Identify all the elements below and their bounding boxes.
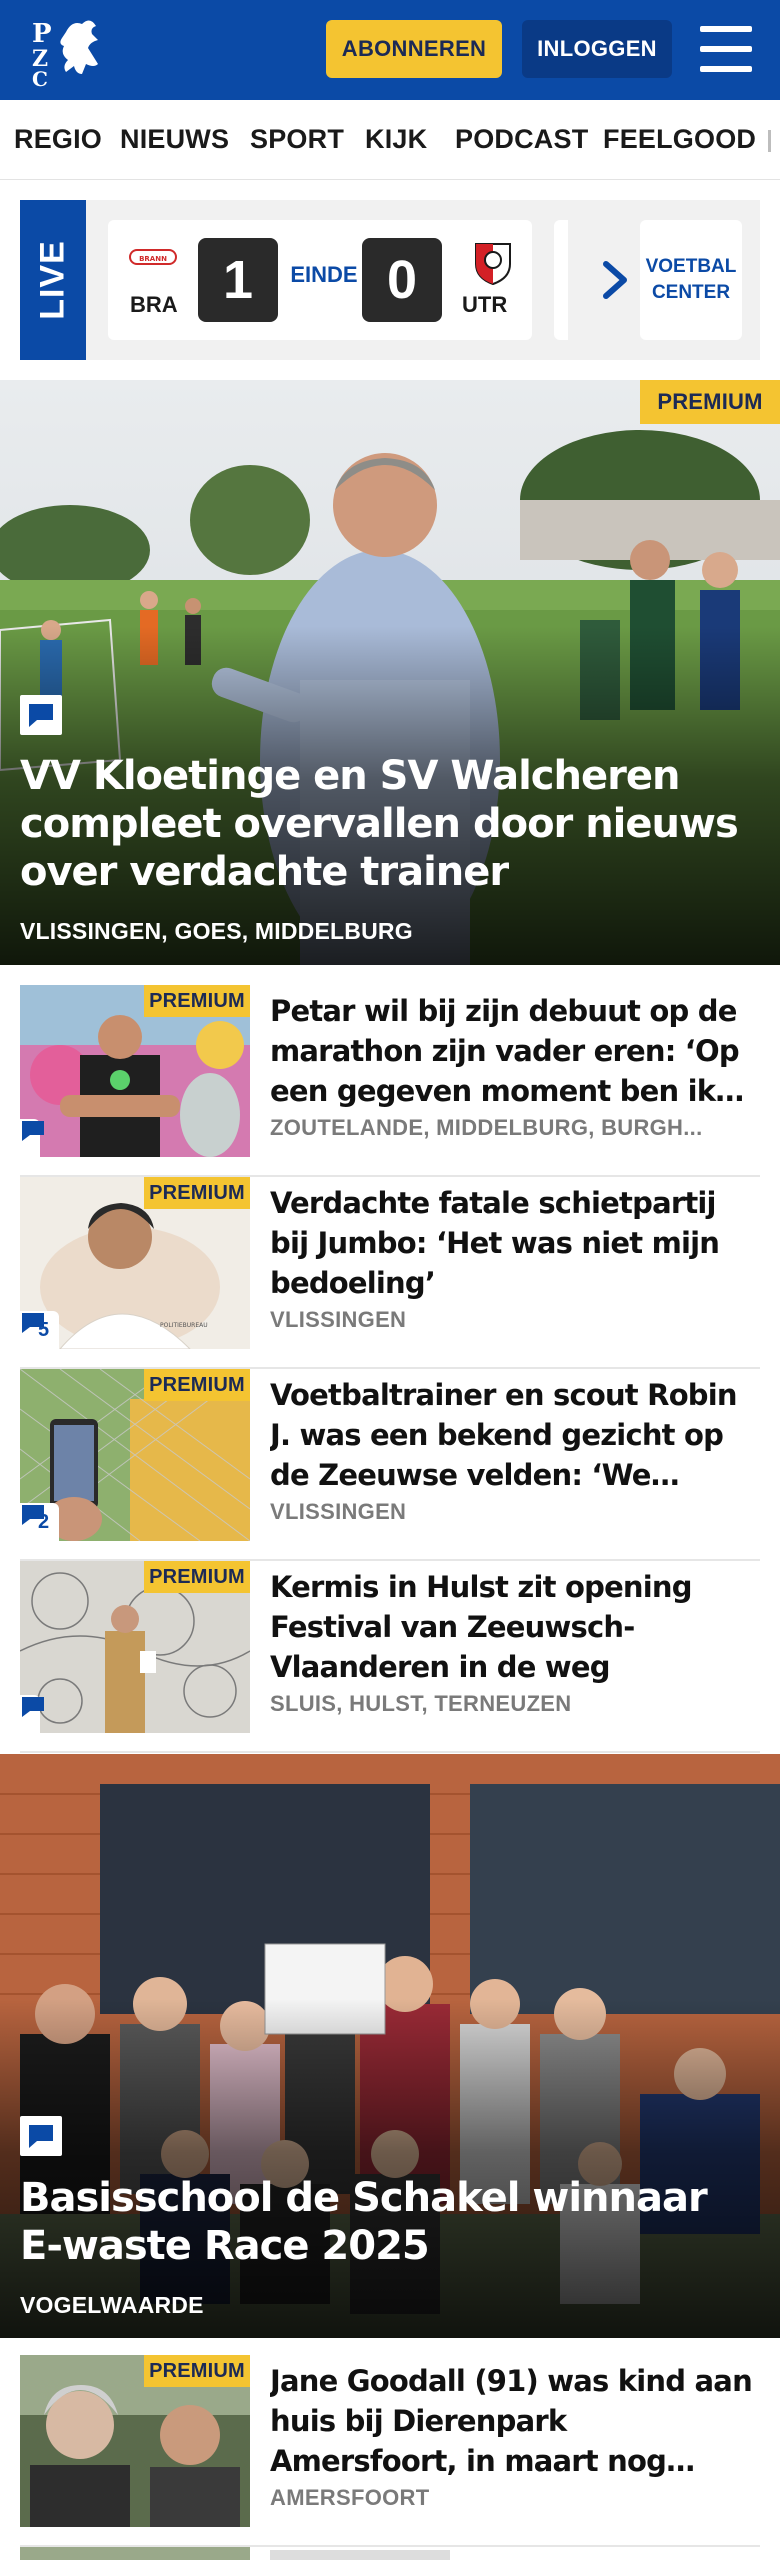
- article-thumbnail[interactable]: POLITIEBUREAU PREMIUM 5: [20, 1177, 250, 1349]
- svg-text:P: P: [32, 19, 52, 49]
- article-title[interactable]: Jane Goodall (91) was kind aan huis bij …: [270, 2361, 760, 2481]
- match-card[interactable]: BRANN BRA 1 EINDE 0 UTR: [108, 220, 532, 340]
- pzc-logo[interactable]: P Z C: [28, 12, 112, 91]
- hero-title[interactable]: Basisschool de Schakel winnaar E-waste R…: [20, 2174, 760, 2270]
- nav-item-regio[interactable]: REGIO: [14, 124, 102, 155]
- home-team-name: BRA: [130, 292, 178, 317]
- comment-icon: [22, 1121, 44, 1141]
- premium-badge: PREMIUM: [144, 2355, 250, 2387]
- hero-article[interactable]: Basisschool de Schakel winnaar E-waste R…: [0, 1754, 780, 2338]
- hamburger-menu-icon[interactable]: [700, 26, 752, 72]
- comment-count: [20, 1119, 44, 1157]
- premium-badge: PREMIUM: [640, 380, 780, 424]
- article-title[interactable]: Voetbaltrainer en scout Robin J. was een…: [270, 1375, 760, 1495]
- away-team-name: UTR: [462, 292, 508, 317]
- article-location: AMERSFOORT: [270, 2485, 430, 2510]
- svg-text:BRANN: BRANN: [139, 255, 167, 263]
- hero-location: VOGELWAARDE: [20, 2292, 204, 2318]
- comment-icon: [20, 2116, 62, 2156]
- article-location: VLISSINGEN: [270, 1307, 407, 1332]
- nav-item-feelgood[interactable]: FEELGOOD: [603, 124, 756, 155]
- brann-logo-icon: BRANN: [128, 242, 178, 272]
- article-item[interactable]: PREMIUM Jane Goodall (91) was kind aan h…: [20, 2355, 760, 2547]
- premium-badge: PREMIUM: [144, 1561, 250, 1593]
- comment-count: 2: [20, 1503, 60, 1541]
- article-thumbnail[interactable]: PREMIUM: [20, 2355, 250, 2527]
- away-score: 0: [362, 238, 442, 322]
- live-scores-bar: LIVE BRANN BRA 1 EINDE 0 UTR VOETBAL CEN…: [20, 200, 760, 360]
- comment-count: 5: [20, 1311, 60, 1349]
- article-item[interactable]: POLITIEBUREAU PREMIUM 5 Verdachte fatale…: [20, 1177, 760, 1369]
- article-title[interactable]: Petar wil bij zijn debuut op de marathon…: [270, 991, 760, 1111]
- svg-text:POLITIEBUREAU: POLITIEBUREAU: [160, 1322, 208, 1329]
- article-thumbnail[interactable]: PREMIUM: [20, 1561, 250, 1733]
- article-item[interactable]: PREMIUM Kermis in Hulst zit opening Fest…: [20, 1561, 760, 1753]
- article-location: SLUIS, HULST, TERNEUZEN: [270, 1691, 572, 1716]
- premium-badge: PREMIUM: [144, 985, 250, 1017]
- article-location: ZOUTELANDE, MIDDELBURG, BURGH...: [270, 1115, 703, 1140]
- premium-badge: PREMIUM: [144, 1369, 250, 1401]
- article-location: VLISSINGEN: [270, 1499, 407, 1524]
- next-article-title-peek: [270, 2550, 450, 2560]
- section-nav: REGIO NIEUWS SPORT KIJK PODCAST FEELGOOD: [0, 100, 780, 180]
- subscribe-button[interactable]: ABONNEREN: [326, 20, 502, 78]
- svg-text:C: C: [32, 67, 48, 88]
- top-header: P Z C ABONNEREN INLOGGEN: [0, 0, 780, 100]
- article-item[interactable]: PREMIUM Petar wil bij zijn debuut op de …: [20, 985, 760, 1177]
- nav-overflow-indicator: [768, 130, 771, 152]
- hero-article[interactable]: PREMIUM VV Kloetinge en SV Walcheren com…: [0, 380, 780, 965]
- hero-title[interactable]: VV Kloetinge en SV Walcheren compleet ov…: [20, 752, 760, 896]
- hero-location: VLISSINGEN, GOES, MIDDELBURG: [20, 918, 413, 944]
- hero-gradient: [0, 1999, 780, 2338]
- login-button[interactable]: INLOGGEN: [522, 20, 672, 78]
- nav-item-sport[interactable]: SPORT: [250, 124, 344, 155]
- comment-icon: [22, 1697, 44, 1717]
- article-item[interactable]: PREMIUM 2 Voetbaltrainer en scout Robin …: [20, 1369, 760, 1561]
- premium-badge: PREMIUM: [144, 1177, 250, 1209]
- nav-item-nieuws[interactable]: NIEUWS: [120, 124, 229, 155]
- comment-icon: [22, 1505, 44, 1525]
- voetbalcenter-link[interactable]: VOETBAL CENTER: [640, 220, 742, 340]
- article-title[interactable]: Verdachte fatale schietpartij bij Jumbo:…: [270, 1183, 760, 1303]
- article-thumbnail[interactable]: PREMIUM 2: [20, 1369, 250, 1541]
- comment-icon: [22, 1313, 44, 1333]
- match-status: EINDE: [290, 262, 358, 287]
- comment-icon: [20, 695, 62, 735]
- article-thumbnail[interactable]: PREMIUM: [20, 985, 250, 1157]
- live-tag: LIVE: [20, 200, 86, 360]
- next-match-card-stub[interactable]: [554, 220, 568, 340]
- home-score: 1: [198, 238, 278, 322]
- fc-utrecht-logo-icon: [470, 240, 516, 286]
- next-article-thumbnail-peek[interactable]: [20, 2547, 250, 2560]
- nav-item-podcast[interactable]: PODCAST: [455, 124, 588, 155]
- article-title[interactable]: Kermis in Hulst zit opening Festival van…: [270, 1567, 760, 1687]
- nav-item-kijk[interactable]: KIJK: [365, 124, 427, 155]
- chevron-right-icon[interactable]: [596, 256, 636, 304]
- comment-count: [20, 1695, 44, 1733]
